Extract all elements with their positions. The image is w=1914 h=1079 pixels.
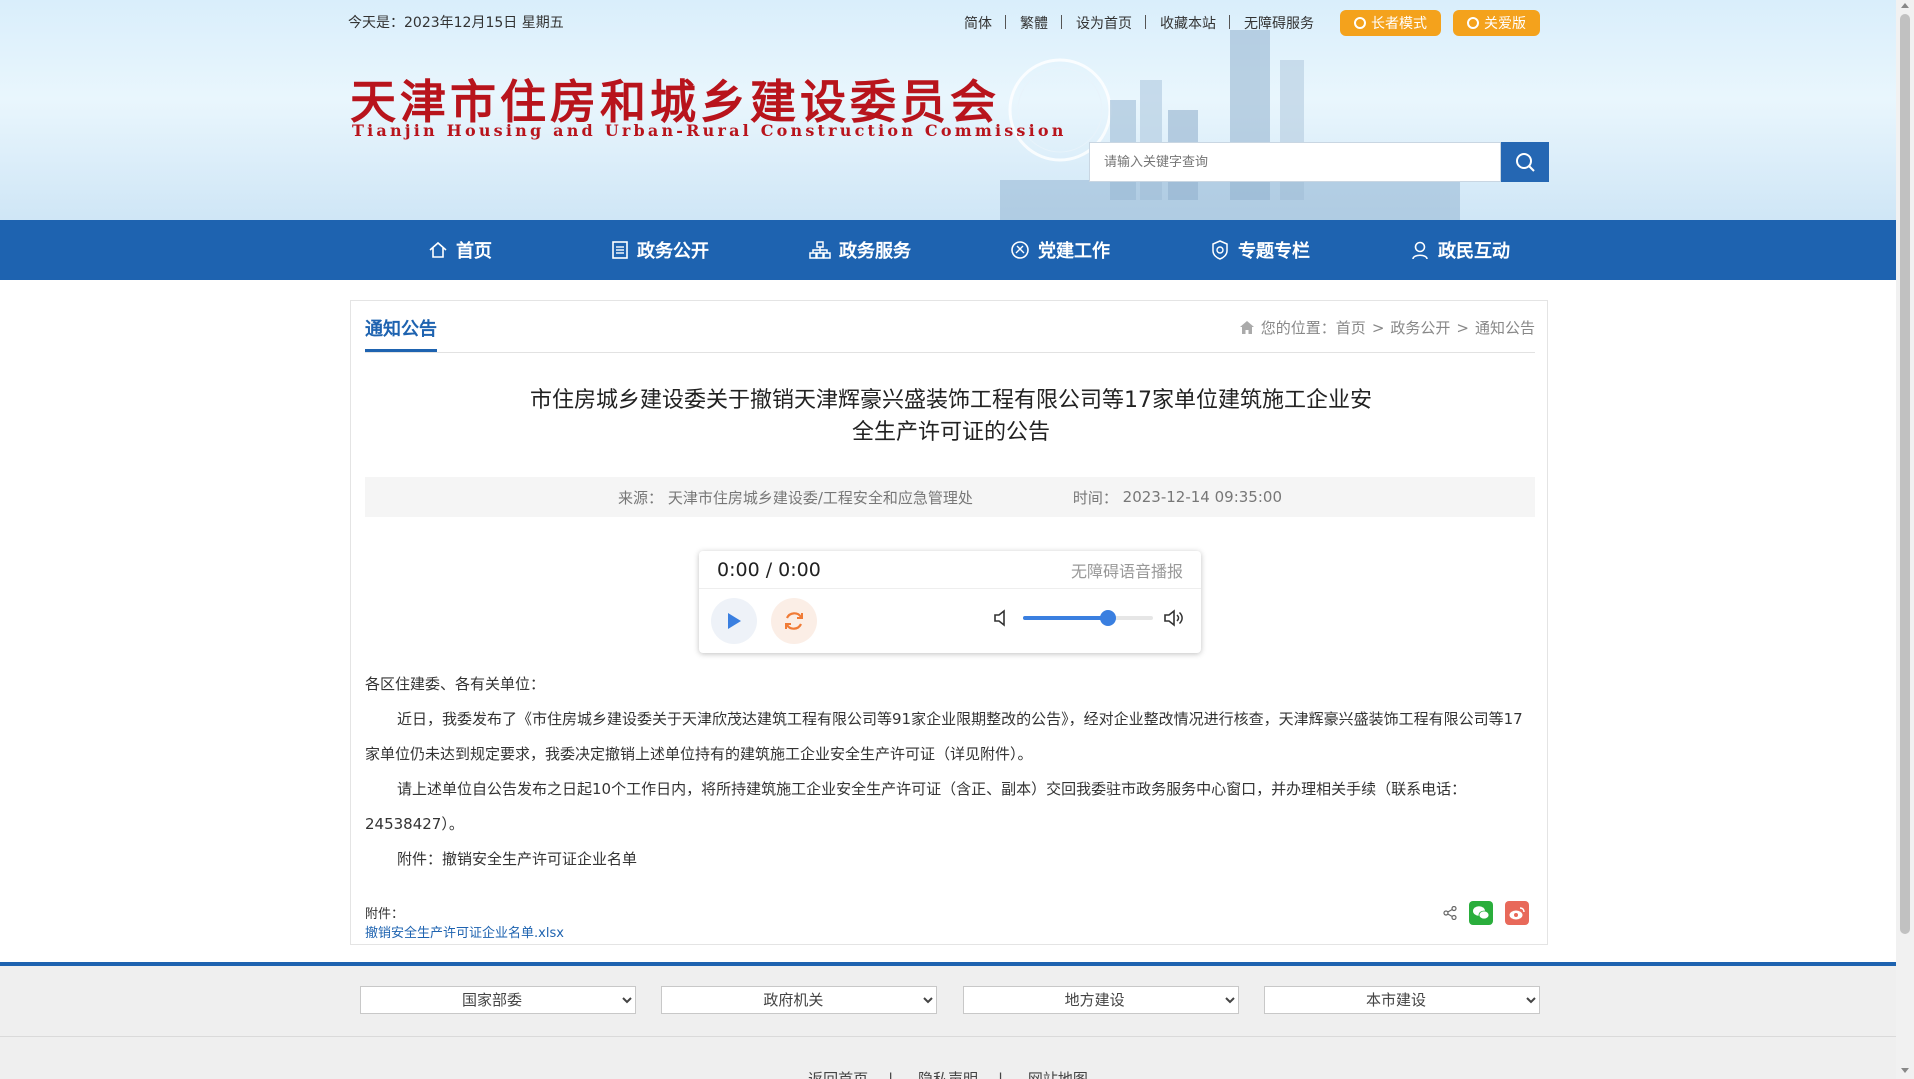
breadcrumb-prefix: 您的位置：: [1260, 319, 1336, 337]
scrollbar-thumb[interactable]: [1900, 14, 1910, 934]
elder-mode-button[interactable]: 长者模式: [1340, 10, 1441, 36]
care-icon: [1467, 17, 1479, 29]
top-utility-bar: 今天是：2023年12月15日 星期五 简体 繁體 设为首页 收藏本站 无障碍服…: [348, 10, 1540, 36]
nav-item-home[interactable]: 首页: [360, 220, 560, 280]
footer-link-privacy[interactable]: 隐私声明: [918, 1070, 978, 1079]
bookmark-site-link[interactable]: 收藏本站: [1146, 13, 1230, 33]
article-paragraph: 近日，我委发布了《市住房城乡建设委关于天津欣茂达建筑工程有限公司等91家企业限期…: [365, 710, 1523, 763]
set-homepage-link[interactable]: 设为首页: [1062, 13, 1146, 33]
government-agencies-select[interactable]: 政府机关: [661, 986, 938, 1014]
nav-item-special-columns[interactable]: 专题专栏: [1160, 220, 1360, 280]
footer-link-sitemap[interactable]: 网站地图: [1028, 1070, 1088, 1079]
source-label: 来源：: [618, 488, 664, 507]
elder-icon: [1354, 17, 1366, 29]
user-icon: [1412, 241, 1428, 260]
related-links-selects: 国家部委 政府机关 地方建设 本市建设: [360, 986, 1540, 1014]
volume-high-icon[interactable]: [1163, 609, 1185, 627]
wechat-share-button[interactable]: [1469, 901, 1493, 925]
breadcrumb-separator: >: [1456, 318, 1469, 337]
volume-slider-fill: [1023, 616, 1108, 620]
scroll-down-arrow[interactable]: [1901, 1068, 1909, 1073]
nav-item-public-interaction[interactable]: 政民互动: [1360, 220, 1560, 280]
main-navigation: 首页 政务公开 政务服务 党建工作 专题专栏 政民互动: [0, 220, 1896, 280]
site-logo-english: Tianjin Housing and Urban-Rural Construc…: [352, 121, 1067, 140]
current-date: 今天是：2023年12月15日 星期五: [348, 15, 564, 31]
article-panel: 通知公告 您的位置： 首页 > 政务公开 > 通知公告 市住房城乡建设委关于撤销…: [350, 300, 1548, 945]
player-label: 无障碍语音播报: [1070, 561, 1183, 581]
audio-player: 0:00 / 0:00 无障碍语音播报: [699, 551, 1201, 653]
org-chart-icon: [809, 241, 831, 259]
time-label: 时间：: [1072, 488, 1118, 507]
breadcrumb-government-affairs[interactable]: 政务公开: [1390, 317, 1450, 338]
article-paragraph: 请上述单位自公告发布之日起10个工作日内，将所持建筑施工企业安全生产许可证（含正…: [365, 780, 1467, 833]
site-footer: 国家部委 政府机关 地方建设 本市建设 返回首页 | 隐私声明 | 网站地图: [0, 962, 1896, 1079]
replay-icon: [785, 612, 803, 630]
breadcrumb-home[interactable]: 首页: [1336, 317, 1366, 338]
article-source: 天津市住房城乡建设委/工程安全和应急管理处: [667, 488, 973, 507]
footer-links: 返回首页 | 隐私声明 | 网站地图: [0, 1068, 1896, 1079]
search-box: [1089, 142, 1549, 182]
breadcrumb-home-icon: [1239, 321, 1254, 334]
player-time: 0:00 / 0:00: [717, 558, 821, 581]
utility-links: 简体 繁體 设为首页 收藏本站 无障碍服务 长者模式 关爱版: [950, 10, 1540, 36]
city-skyline-illustration: [1000, 30, 1460, 220]
article-time: 2023-12-14 09:35:00: [1122, 488, 1282, 506]
national-ministries-select[interactable]: 国家部委: [360, 986, 636, 1014]
weibo-share-button[interactable]: [1505, 901, 1529, 925]
document-icon: [612, 241, 628, 259]
article-paragraph: 附件：撤销安全生产许可证企业名单: [397, 850, 638, 868]
local-construction-select[interactable]: 地方建设: [962, 986, 1239, 1014]
page-scrollbar[interactable]: [1896, 0, 1914, 1079]
share-icon[interactable]: [1443, 906, 1457, 920]
wechat-icon: [1473, 906, 1490, 920]
volume-slider[interactable]: [1023, 610, 1153, 626]
volume-slider-knob[interactable]: [1099, 610, 1116, 626]
breadcrumb-separator: >: [1371, 318, 1385, 337]
city-construction-select[interactable]: 本市建设: [1263, 986, 1540, 1014]
weibo-icon: [1509, 907, 1525, 920]
search-icon: [1516, 153, 1535, 172]
article-body: 各区住建委、各有关单位： 近日，我委发布了《市住房城乡建设委关于天津欣茂达建筑工…: [365, 667, 1535, 877]
badge-icon: [1212, 240, 1228, 260]
play-icon: [728, 613, 741, 629]
footer-divider: [0, 1036, 1896, 1037]
care-version-button[interactable]: 关爱版: [1453, 10, 1540, 36]
article-meta: 来源： 天津市住房城乡建设委/工程安全和应急管理处 时间： 2023-12-14…: [365, 477, 1535, 517]
play-button[interactable]: [711, 598, 757, 644]
section-header: 通知公告 您的位置： 首页 > 政务公开 > 通知公告: [365, 301, 1535, 353]
footer-link-home[interactable]: 返回首页: [808, 1070, 868, 1079]
section-title: 通知公告: [365, 315, 437, 352]
article-title: 市住房城乡建设委关于撤销天津辉豪兴盛装饰工程有限公司等17家单位建筑施工企业安 …: [530, 388, 1372, 445]
breadcrumb-notices[interactable]: 通知公告: [1475, 317, 1535, 338]
nav-item-party-building[interactable]: 党建工作: [960, 220, 1160, 280]
scroll-up-arrow[interactable]: [1901, 3, 1909, 8]
traditional-chinese-link[interactable]: 繁體: [1006, 13, 1062, 33]
home-icon: [429, 241, 447, 258]
replay-button[interactable]: [771, 598, 817, 644]
nav-item-government-affairs[interactable]: 政务公开: [560, 220, 760, 280]
nav-item-government-services[interactable]: 政务服务: [760, 220, 960, 280]
site-header: 今天是：2023年12月15日 星期五 简体 繁體 设为首页 收藏本站 无障碍服…: [0, 0, 1896, 220]
breadcrumb: 您的位置： 首页 > 政务公开 > 通知公告: [1239, 317, 1535, 338]
attachments: 附件： 撤销安全生产许可证企业名单.xlsx: [365, 905, 564, 943]
accessibility-service-link[interactable]: 无障碍服务: [1230, 13, 1328, 33]
article-greeting: 各区住建委、各有关单位：: [365, 675, 546, 693]
share-bar: [1443, 901, 1529, 925]
attachment-file-link[interactable]: 撤销安全生产许可证企业名单.xlsx: [365, 926, 564, 941]
attachment-label: 附件：: [365, 907, 405, 922]
simplified-chinese-link[interactable]: 简体: [950, 13, 1006, 33]
volume-low-icon[interactable]: [993, 609, 1009, 627]
volume-control: [993, 609, 1185, 627]
search-button[interactable]: [1501, 142, 1549, 182]
party-icon: [1011, 241, 1029, 259]
search-input[interactable]: [1089, 142, 1501, 182]
